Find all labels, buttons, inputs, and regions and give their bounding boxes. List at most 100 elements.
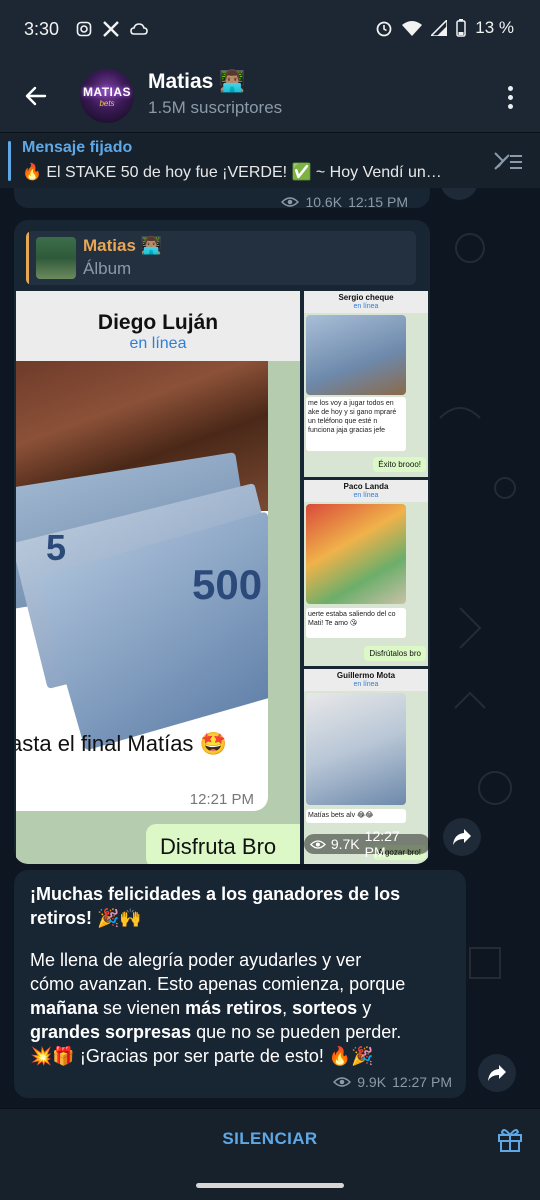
screenshot-chat-header: Sergio cheque en línea — [304, 291, 428, 313]
message-text-line: ¡Muchas felicidades a los ganadores de l… — [30, 884, 401, 904]
screenshot-message: 5 500 asta el final Matías 🤩 12:21 PM — [16, 361, 268, 811]
more-vert-dot — [507, 103, 513, 109]
text-message[interactable]: ¡Muchas felicidades a los ganadores de l… — [14, 870, 466, 1098]
reply-thumbnail — [36, 237, 76, 279]
message-text-line: cómo avanzan. Esto apenas comienza, porq… — [30, 974, 406, 994]
bold-text: mañana — [30, 998, 99, 1018]
screenshot-reply: Éxito brooo! — [373, 457, 426, 472]
message-text-line: mañana se vienen más retiros, sorteos y — [30, 996, 450, 1020]
more-options-button[interactable] — [498, 80, 522, 114]
plain-text: que no se pueden perder. — [191, 1022, 402, 1042]
status-notification-icons — [76, 20, 148, 38]
signal-icon — [431, 20, 448, 36]
previous-message[interactable]: 10.6K 12:15 PM — [14, 188, 430, 210]
message-time: 12:15 PM — [348, 194, 408, 210]
message-text-line: Me llena de alegría poder ayudarles y ve… — [30, 950, 362, 970]
message-time: 12:27 PM — [392, 1074, 452, 1090]
pinned-title: Mensaje fijado — [22, 139, 133, 156]
eye-icon — [333, 1077, 352, 1087]
screenshot-message: me los voy a jugar todos en ake de hoy y… — [306, 397, 406, 451]
pinned-indicator — [8, 141, 11, 181]
bold-text: grandes sorpresas — [30, 1022, 192, 1042]
mute-button[interactable]: SILENCIAR — [0, 1129, 540, 1149]
status-system-icons: 13 % — [375, 18, 514, 38]
bold-text: sorteos — [292, 998, 358, 1018]
screenshot-contact-name: Sergio cheque — [338, 293, 394, 302]
plain-text: se vienen — [98, 998, 186, 1018]
screenshot-contact-status: en línea — [129, 335, 187, 352]
forward-button[interactable] — [443, 818, 481, 856]
pinned-text: 🔥 El STAKE 50 de hoy fue ¡VERDE! ✅ ~ Hoy… — [22, 164, 442, 181]
message-list[interactable]: 10.6K 12:15 PM Matias 👨🏽‍💻 Álbum Diego L… — [0, 188, 540, 1108]
plain-text: y — [357, 998, 372, 1018]
banknote-denomination: 5 — [46, 527, 67, 568]
channel-name[interactable]: Matias 👨🏽‍💻 — [148, 70, 245, 94]
views-count: 10.6K — [305, 194, 343, 210]
album-meta: 9.7K 12:27 PM — [304, 828, 430, 860]
x-icon — [103, 21, 119, 37]
screenshot-chat-header: Diego Luján en línea — [16, 291, 300, 361]
eye-icon — [310, 839, 326, 849]
reply-indicator — [26, 231, 29, 285]
instagram-icon — [76, 21, 92, 37]
screenshot-contact-name: Paco Landa — [343, 482, 389, 491]
alarm-icon — [376, 21, 392, 37]
banknote-denomination: 500 — [192, 561, 263, 608]
banknotes-photo — [306, 504, 406, 604]
previous-message-meta: 10.6K 12:15 PM — [281, 194, 408, 210]
more-vert-icon — [507, 85, 513, 91]
bold-text: más retiros — [185, 998, 283, 1018]
album-photo-1[interactable]: Sergio cheque en línea me los voy a juga… — [304, 291, 428, 477]
message-text-line: 💥🎁 ¡Gracias por ser parte de esto! 🔥🎉 — [30, 1046, 374, 1066]
album-photo-2[interactable]: Paco Landa en línea uerte estaba saliend… — [304, 480, 428, 666]
screenshot-caption: asta el final Matías 🤩 — [16, 731, 227, 756]
subscriber-count: 1.5M suscriptores — [148, 98, 283, 117]
screenshot-message: uerte estaba saliendo del co Mati! Te am… — [306, 608, 406, 638]
album-photo-main[interactable]: Diego Luján en línea 5 500 asta el final… — [16, 291, 300, 864]
text-message-meta: 9.9K 12:27 PM — [333, 1074, 452, 1090]
screenshot-contact-status: en línea — [353, 303, 379, 310]
screenshot-message: Matías bets alv 😂😂 — [306, 809, 406, 823]
unpin-icon[interactable] — [492, 147, 524, 175]
message-text-line: grandes sorpresas que no se pueden perde… — [30, 1020, 450, 1044]
battery-icon — [456, 19, 466, 37]
banknotes-photo — [306, 693, 406, 805]
screenshot-contact-name: Guillermo Mota — [336, 671, 396, 680]
bottom-bar: SILENCIAR — [0, 1108, 540, 1170]
reply-preview[interactable]: Matias 👨🏽‍💻 Álbum — [26, 231, 416, 285]
back-button[interactable] — [16, 76, 56, 116]
screenshot-chat-header: Paco Landa en línea — [304, 480, 428, 502]
screenshot-contact-status: en línea — [353, 681, 379, 688]
message-time: 12:27 PM — [364, 828, 400, 860]
screenshot-contact-status: en línea — [353, 492, 379, 499]
forward-icon — [453, 829, 471, 845]
plain-text: , — [282, 998, 293, 1018]
forward-icon — [488, 1065, 506, 1081]
battery-percent: 13 % — [475, 18, 514, 37]
pinned-message[interactable]: Mensaje fijado 🔥 El STAKE 50 de hoy fue … — [0, 132, 540, 188]
gift-icon[interactable] — [496, 1125, 524, 1153]
views-count: 9.7K — [330, 836, 360, 852]
screenshot-contact-name: Diego Luján — [97, 311, 219, 334]
system-navigation-bar — [0, 1170, 540, 1200]
back-arrow-icon — [25, 86, 47, 106]
channel-avatar[interactable]: MATIAS bets — [80, 69, 134, 123]
status-time: 3:30 — [24, 19, 60, 39]
cloud-icon — [130, 23, 148, 35]
message-text-line: retiros! 🎉🙌 — [30, 908, 142, 928]
home-gesture-pill[interactable] — [196, 1183, 344, 1188]
banknotes-photo — [306, 315, 406, 395]
screenshot-reply: Disfrútalos bro — [364, 646, 426, 661]
reply-type: Álbum — [83, 259, 132, 278]
status-bar: 3:30 13 % — [0, 0, 540, 62]
screenshot-chat-header: Guillermo Mota en línea — [304, 669, 428, 691]
eye-icon — [281, 197, 300, 207]
forward-button[interactable] — [478, 1054, 516, 1092]
screenshot-reply-bubble: Disfruta Bro — [146, 824, 300, 864]
album-message[interactable]: Matias 👨🏽‍💻 Álbum Diego Luján en línea 5… — [14, 220, 430, 864]
reply-author: Matias 👨🏽‍💻 — [83, 236, 162, 255]
channel-header[interactable]: MATIAS bets Matias 👨🏽‍💻 1.5M suscriptore… — [0, 62, 540, 132]
screenshot-time: 12:21 PM — [189, 791, 254, 808]
avatar-logo-text: MATIAS — [82, 85, 132, 99]
